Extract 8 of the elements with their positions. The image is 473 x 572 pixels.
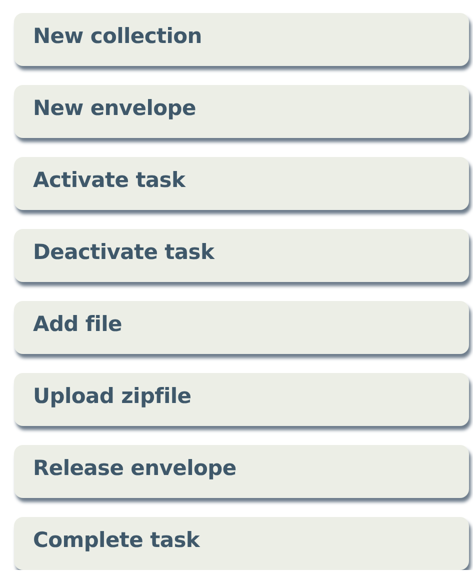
action-button[interactable]: Activate task — [14, 157, 469, 210]
action-button[interactable]: Release envelope — [14, 445, 469, 498]
action-button[interactable]: Add file — [14, 301, 469, 354]
action-button[interactable]: Upload zipfile — [14, 373, 469, 426]
action-button[interactable]: Deactivate task — [14, 229, 469, 282]
action-button[interactable]: New envelope — [14, 85, 469, 138]
action-button[interactable]: New collection — [14, 13, 469, 66]
action-button[interactable]: Complete task — [14, 517, 469, 570]
